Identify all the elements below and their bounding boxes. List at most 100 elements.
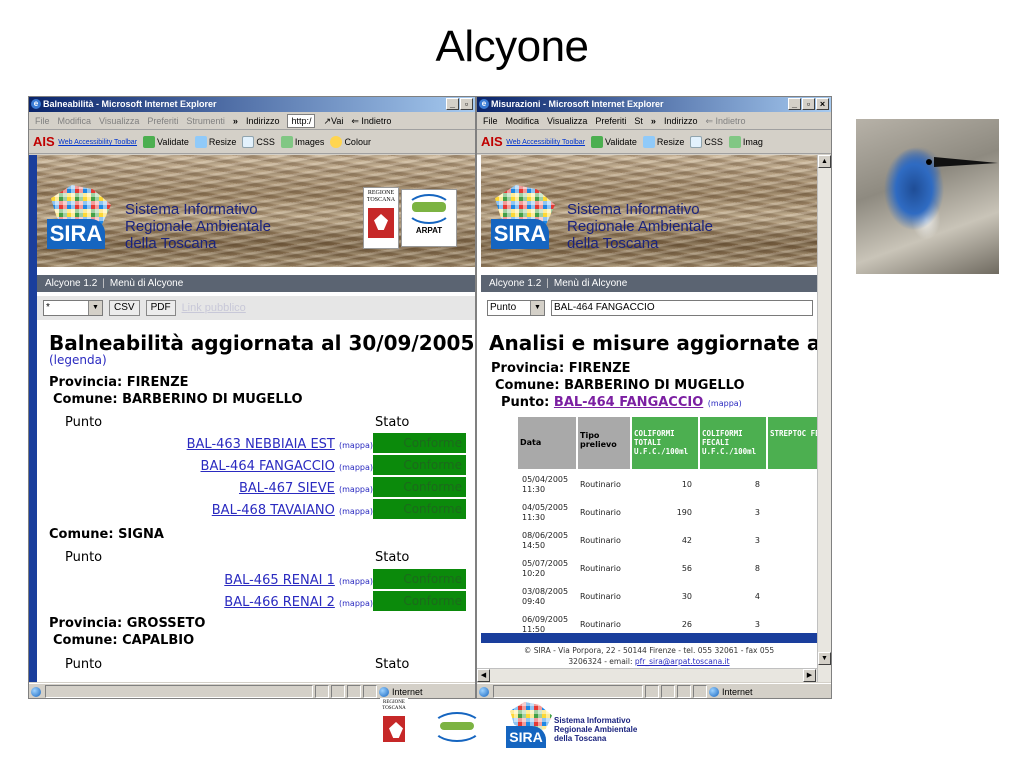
ais-toolbar-logo[interactable]: AIS Web Accessibility Toolbar	[33, 134, 137, 149]
mappa-link[interactable]: (mappa)	[708, 399, 742, 408]
right-page-viewport: SIRA Sistema Informativo Regionale Ambie…	[477, 155, 817, 682]
internet-zone-icon	[709, 687, 719, 698]
stato-column-header: Stato	[375, 550, 410, 565]
cell-coliformi-totali: 10	[681, 480, 692, 489]
validate-button[interactable]: Validate	[143, 135, 189, 148]
cell-time: 11:30	[522, 513, 546, 522]
restore-button[interactable]: ▫	[460, 98, 473, 110]
horizontal-scrollbar[interactable]: ◀ ▶	[477, 668, 817, 682]
pdf-button[interactable]: PDF	[145, 300, 176, 316]
cell-coliformi-totali: 30	[681, 592, 692, 601]
images-button[interactable]: Images	[280, 135, 324, 148]
back-button[interactable]: ⇐ Indietro	[705, 112, 745, 129]
legenda-link[interactable]: (legenda)	[49, 353, 107, 367]
close-button[interactable]: ×	[816, 98, 829, 110]
css-icon	[690, 135, 703, 148]
mappa-link[interactable]: (mappa)	[339, 599, 373, 608]
mappa-link[interactable]: (mappa)	[339, 441, 373, 450]
type-select[interactable]: Punto ▼	[487, 300, 545, 316]
page-footer: © SIRA - Via Porpora, 22 - 50144 Firenze…	[523, 646, 775, 666]
scroll-up-arrow[interactable]: ▲	[818, 155, 831, 168]
punto-column-header: Punto	[65, 415, 103, 430]
vertical-scrollbar[interactable]: ▲ ▼	[817, 155, 831, 682]
minimize-button[interactable]: _	[788, 98, 801, 110]
menu-strumenti[interactable]: St	[634, 112, 643, 129]
cell-time: 11:30	[522, 485, 546, 494]
menu-visualizza[interactable]: Visualizza	[547, 112, 587, 129]
nav-version-link[interactable]: Alcyone 1.2	[45, 278, 97, 289]
css-button[interactable]: CSS	[242, 135, 275, 148]
validate-button[interactable]: Validate	[591, 135, 637, 148]
bottom-sira-text: Sistema Informativo Regionale Ambientale…	[554, 716, 638, 743]
menu-preferiti[interactable]: Preferiti	[595, 112, 626, 129]
cell-time: 14:50	[522, 541, 546, 550]
mappa-link[interactable]: (mappa)	[339, 485, 373, 494]
resize-button[interactable]: Resize	[194, 135, 236, 148]
regione-toscana-logo: REGIONE TOSCANA	[363, 187, 399, 249]
point-link[interactable]: BAL-468 TAVAIANO	[212, 503, 335, 518]
left-window-title: Balneabilità - Microsoft Internet Explor…	[43, 99, 217, 109]
csv-button[interactable]: CSV	[109, 300, 140, 316]
mappa-link[interactable]: (mappa)	[339, 507, 373, 516]
scroll-down-arrow[interactable]: ▼	[818, 652, 831, 665]
point-link[interactable]: BAL-464 FANGACCIO	[201, 459, 335, 474]
comune-heading: Comune: BARBERINO DI MUGELLO	[495, 378, 745, 393]
provincia-heading: Provincia: FIRENZE	[49, 375, 189, 390]
back-button[interactable]: ⇐ Indietro	[351, 112, 391, 129]
scroll-right-arrow[interactable]: ▶	[803, 669, 816, 682]
point-row: BAL-464 FANGACCIO (mappa)	[201, 459, 373, 474]
mappa-link[interactable]: (mappa)	[339, 577, 373, 586]
point-link[interactable]: BAL-467 SIEVE	[239, 481, 335, 496]
page-heading: Balneabilità aggiornata al 30/09/2005	[49, 331, 475, 355]
ais-toolbar-logo[interactable]: AIS Web Accessibility Toolbar	[481, 134, 585, 149]
images-icon	[728, 135, 741, 148]
resize-button[interactable]: Resize	[642, 135, 684, 148]
left-window-titlebar[interactable]: e Balneabilità - Microsoft Internet Expl…	[29, 97, 475, 112]
minimize-button[interactable]: _	[446, 98, 459, 110]
nav-version-link[interactable]: Alcyone 1.2	[489, 278, 541, 289]
colour-button[interactable]: Colour	[330, 135, 371, 148]
point-link[interactable]: BAL-466 RENAI 2	[224, 595, 335, 610]
ie-icon: e	[31, 99, 41, 109]
measurements-table: Data Tipo prelievo COLIFORMI TOTALI U.F.…	[518, 417, 817, 637]
right-browser-window: e Misurazioni - Microsoft Internet Explo…	[476, 96, 832, 699]
menu-modifica[interactable]: Modifica	[58, 112, 92, 129]
menu-modifica[interactable]: Modifica	[506, 112, 540, 129]
address-field[interactable]: http:/	[287, 113, 316, 128]
css-button[interactable]: CSS	[690, 135, 723, 148]
images-button[interactable]: Imag	[728, 135, 763, 148]
menu-more[interactable]: »	[233, 112, 238, 129]
page-banner: SIRA Sistema Informativo Regionale Ambie…	[481, 155, 817, 267]
cell-date: 06/09/2005	[522, 615, 569, 624]
nav-menu-link[interactable]: Menù di Alcyone	[110, 278, 183, 289]
status-badge: Conforme	[373, 477, 466, 497]
restore-button[interactable]: ▫	[802, 98, 815, 110]
go-button[interactable]: ↗Vai	[323, 112, 343, 129]
menu-more[interactable]: »	[651, 112, 656, 129]
punto-link[interactable]: BAL-464 FANGACCIO	[554, 395, 703, 410]
point-input[interactable]: BAL-464 FANGACCIO	[551, 300, 813, 316]
bottom-regione-toscana-logo: REGIONE TOSCANA	[380, 698, 408, 754]
filter-select[interactable]: * ▼	[43, 300, 103, 316]
scroll-left-arrow[interactable]: ◀	[477, 669, 490, 682]
menu-preferiti[interactable]: Preferiti	[147, 112, 178, 129]
point-row: BAL-467 SIEVE (mappa)	[239, 481, 373, 496]
menu-file[interactable]: File	[35, 112, 50, 129]
menu-visualizza[interactable]: Visualizza	[99, 112, 139, 129]
nav-menu-link[interactable]: Menù di Alcyone	[554, 278, 627, 289]
point-link[interactable]: BAL-463 NEBBIAIA EST	[187, 437, 335, 452]
address-label[interactable]: Indirizzo	[664, 112, 698, 129]
mappa-link[interactable]: (mappa)	[339, 463, 373, 472]
menu-file[interactable]: File	[483, 112, 498, 129]
right-window-titlebar[interactable]: e Misurazioni - Microsoft Internet Explo…	[477, 97, 831, 112]
ie-icon: e	[479, 99, 489, 109]
arpat-wave-icon	[406, 194, 452, 224]
cell-time: 10:20	[522, 569, 546, 578]
left-ais-toolbar: AIS Web Accessibility Toolbar Validate R…	[29, 130, 475, 154]
point-link[interactable]: BAL-465 RENAI 1	[224, 573, 335, 588]
cell-date: 05/04/2005	[522, 475, 569, 484]
public-link[interactable]: Link pubblico	[182, 302, 246, 314]
cell-coliformi-fecali: 3	[754, 508, 760, 517]
menu-strumenti[interactable]: Strumenti	[186, 112, 225, 129]
footer-email-link[interactable]: pfr_sira@arpat.toscana.it	[635, 657, 730, 666]
